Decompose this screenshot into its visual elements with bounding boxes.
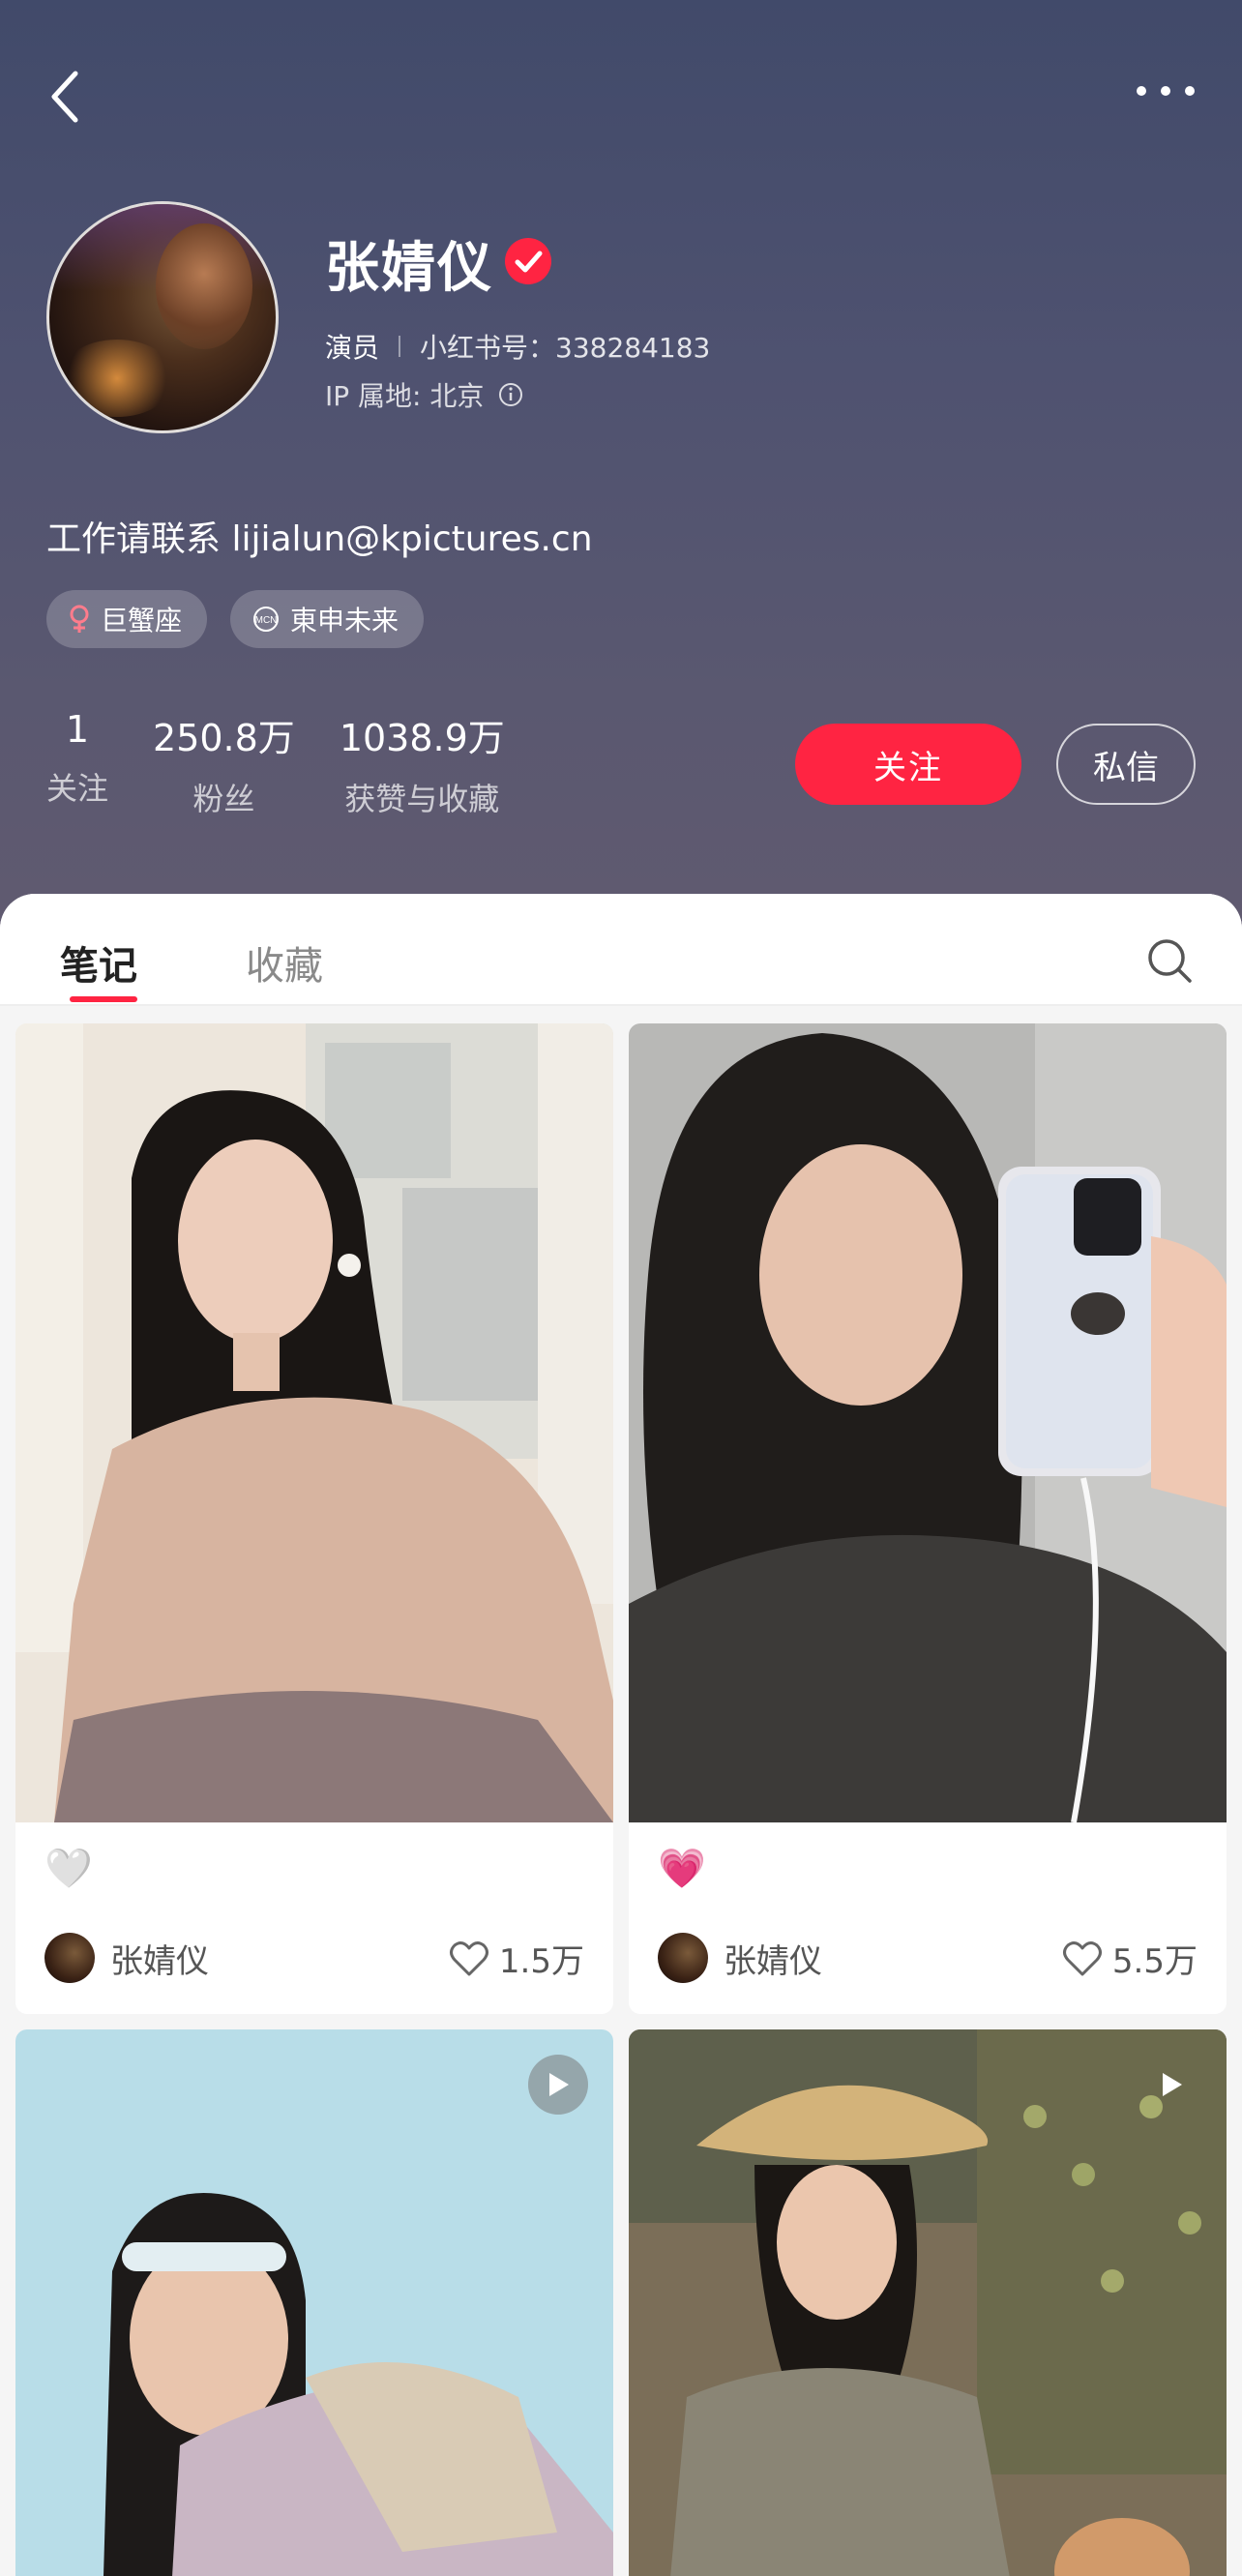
note-author[interactable]: 张婧仪: [44, 1933, 209, 1983]
likes-count: 5.5万: [1111, 1942, 1198, 1981]
tag-zodiac[interactable]: 巨蟹座: [46, 590, 208, 648]
video-play-icon: [1141, 2055, 1201, 2115]
author-name: 张婧仪: [110, 1941, 209, 1981]
tab-notes[interactable]: 笔记: [60, 934, 137, 991]
svg-text:MCN: MCN: [255, 615, 278, 626]
author-name: 张婧仪: [724, 1941, 822, 1981]
follow-button[interactable]: 关注: [795, 724, 1021, 805]
tag-mcn[interactable]: MCN 東申未来: [230, 590, 425, 648]
stat-value: 250.8万: [153, 717, 295, 759]
stat-label: 粉丝: [192, 781, 255, 817]
note-cover-image: [629, 1023, 1227, 1822]
mcn-icon: MCN: [253, 607, 280, 632]
note-likes[interactable]: 1.5万: [449, 1935, 584, 1982]
note-card[interactable]: 💗 张婧仪 5.5万: [629, 1023, 1227, 2014]
stat-value: 1038.9万: [339, 717, 505, 759]
profile-meta: 演员 小红书号：338284183: [325, 327, 710, 366]
ip-location: IP 属地: 北京: [325, 375, 524, 414]
notes-panel: 笔记 收藏 🤍 张婧仪 1.5万 💗 张婧仪 5.5万: [0, 894, 1242, 2576]
active-tab-indicator: [70, 996, 137, 1002]
note-card[interactable]: 🤍 张婧仪 1.5万: [15, 1023, 613, 2014]
stat-likes[interactable]: 1038.9万 获赞与收藏: [340, 708, 505, 819]
tag-label: 巨蟹座: [101, 605, 183, 637]
tab-collections[interactable]: 收藏: [246, 934, 323, 991]
author-avatar: [44, 1933, 95, 1983]
note-cover-image: [629, 2029, 1227, 2576]
stat-following[interactable]: 1 关注: [46, 708, 108, 819]
note-author[interactable]: 张婧仪: [658, 1933, 822, 1983]
tag-label: 東申未来: [290, 605, 399, 637]
profile-avatar[interactable]: [46, 201, 279, 433]
account-id: 小红书号：338284183: [420, 332, 711, 364]
profile-stats: 1 关注 250.8万 粉丝 1038.9万 获赞与收藏: [46, 708, 549, 819]
note-cover-image: [15, 2029, 613, 2576]
note-cover-image: [15, 1023, 613, 1822]
back-arrow-icon[interactable]: [46, 68, 85, 126]
search-icon[interactable]: [1145, 936, 1194, 985]
stat-followers[interactable]: 250.8万 粉丝: [153, 708, 295, 819]
note-card[interactable]: [15, 2029, 613, 2576]
verified-badge-icon: [505, 238, 551, 284]
profile-role: 演员: [325, 332, 380, 364]
message-button[interactable]: 私信: [1056, 724, 1196, 805]
profile-name: 张婧仪: [325, 237, 493, 300]
info-icon[interactable]: [497, 381, 524, 408]
profile-tags: 巨蟹座 MCN 東申未来: [46, 590, 425, 648]
heart-icon: [449, 1940, 488, 1975]
likes-count: 1.5万: [498, 1942, 584, 1981]
note-likes[interactable]: 5.5万: [1062, 1935, 1198, 1982]
profile-header: 张婧仪 演员 小红书号：338284183 IP 属地: 北京 工作请联系 li…: [0, 0, 1242, 929]
author-avatar: [658, 1933, 708, 1983]
meta-divider: [399, 336, 401, 357]
stat-label: 关注: [46, 770, 109, 807]
note-emoji: 💗: [658, 1847, 706, 1891]
more-options-icon[interactable]: [1132, 77, 1199, 104]
ip-location-text: IP 属地: 北京: [325, 380, 485, 412]
heart-icon: [1062, 1940, 1102, 1975]
tab-bar: 笔记 收藏: [0, 894, 1242, 1006]
female-icon: [70, 605, 89, 633]
video-play-icon: [528, 2055, 588, 2115]
profile-bio: 工作请联系 lijialun@kpictures.cn: [46, 519, 593, 559]
note-emoji: 🤍: [44, 1847, 93, 1891]
note-card[interactable]: [629, 2029, 1227, 2576]
stat-label: 获赞与收藏: [344, 781, 500, 817]
stat-value: 1: [65, 708, 90, 751]
